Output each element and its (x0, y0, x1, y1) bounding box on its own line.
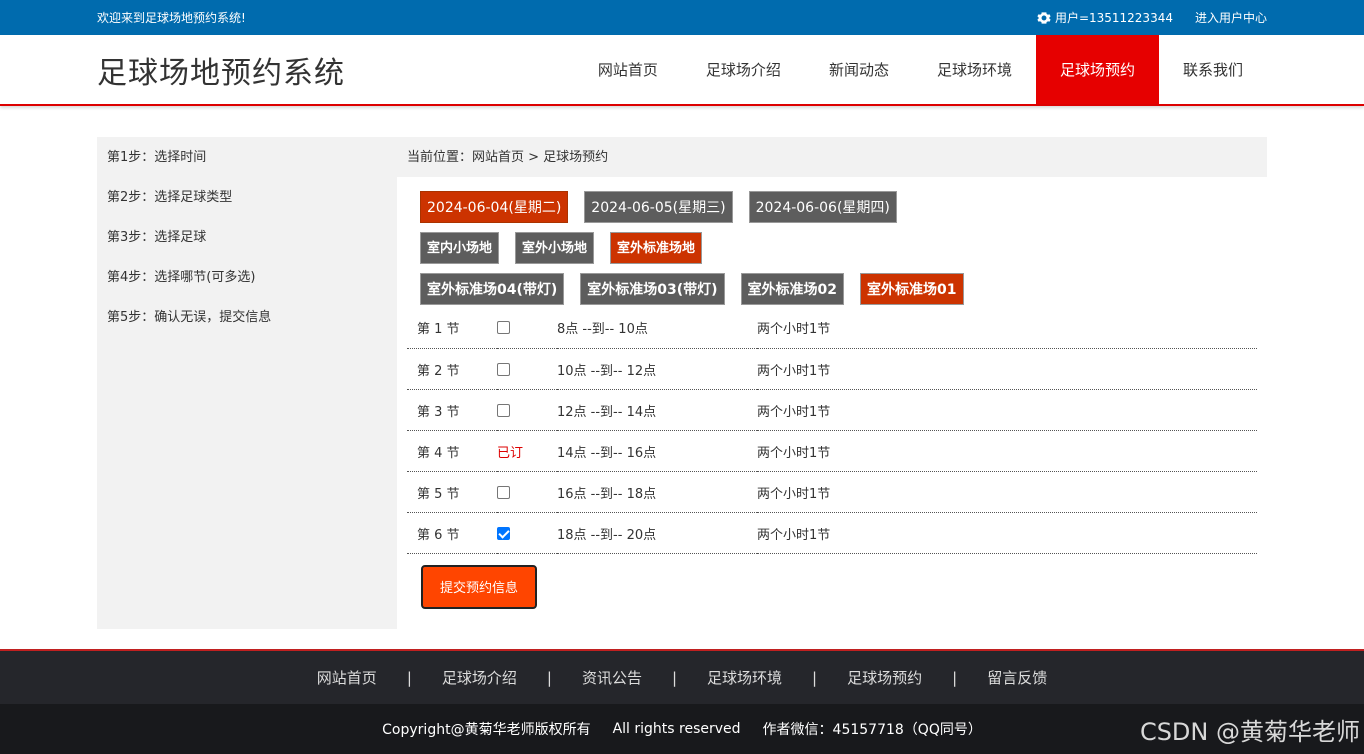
date-button-0604[interactable]: 2024-06-04(星期二) (420, 191, 569, 223)
slot-time: 18点 --到-- 20点 (557, 512, 757, 554)
site-logo[interactable]: 足球场地预约系统 (97, 48, 345, 92)
welcome-text: 欢迎来到足球场地预约系统! (97, 11, 246, 25)
booking-content: 当前位置：网站首页 > 足球场预约 2024-06-04(星期二) 2024-0… (397, 137, 1267, 629)
slot-duration: 两个小时1节 (757, 389, 1257, 431)
slot-time: 14点 --到-- 16点 (557, 430, 757, 472)
type-selector: 室内小场地 室外小场地 室外标准场地 (397, 232, 1267, 264)
slot-time: 8点 --到-- 10点 (557, 307, 757, 349)
slot-period: 第 5 节 (407, 471, 497, 513)
gear-icon (1037, 11, 1051, 24)
slot-time: 12点 --到-- 14点 (557, 389, 757, 431)
footer-separator: | (406, 668, 412, 687)
step-2: 第2步：选择足球类型 (107, 190, 233, 205)
footer-separator: | (952, 668, 958, 687)
date-selector: 2024-06-04(星期二) 2024-06-05(星期三) 2024-06-… (397, 191, 1267, 223)
type-button-outdoor-standard[interactable]: 室外标准场地 (610, 232, 703, 264)
field-selector: 室外标准场04(带灯) 室外标准场03(带灯) 室外标准场02 室外标准场01 (397, 273, 1267, 305)
table-row: 第 5 节 16点 --到-- 18点 两个小时1节 (407, 471, 1257, 513)
user-center-link[interactable]: 进入用户中心 (1195, 9, 1267, 26)
table-row: 第 3 节 12点 --到-- 14点 两个小时1节 (407, 389, 1257, 431)
copyright-text: Copyright@黄菊华老师版权所有 (382, 722, 591, 738)
table-row: 第 2 节 10点 --到-- 12点 两个小时1节 (407, 348, 1257, 390)
slot-period: 第 3 节 (407, 389, 497, 431)
rights-text: All rights reserved (612, 721, 741, 737)
footer-link-feedback[interactable]: 留言反馈 (987, 667, 1047, 688)
step-1: 第1步：选择时间 (107, 150, 207, 165)
nav-news[interactable]: 新闻动态 (805, 35, 913, 104)
footer-link-environment[interactable]: 足球场环境 (707, 667, 782, 688)
nav-intro[interactable]: 足球场介绍 (682, 35, 805, 104)
field-button-03[interactable]: 室外标准场03(带灯) (580, 273, 725, 305)
table-row: 第 1 节 8点 --到-- 10点 两个小时1节 (407, 307, 1257, 349)
step-3: 第3步：选择足球 (107, 230, 207, 245)
header: 足球场地预约系统 网站首页 足球场介绍 新闻动态 足球场环境 足球场预约 联系我… (0, 35, 1364, 106)
nav-environment[interactable]: 足球场环境 (913, 35, 1036, 104)
slot-table: 第 1 节 8点 --到-- 10点 两个小时1节 第 2 节 10点 --到-… (407, 307, 1257, 554)
step-5: 第5步：确认无误，提交信息 (107, 310, 272, 325)
nav-home[interactable]: 网站首页 (574, 35, 682, 104)
footer-link-home[interactable]: 网站首页 (317, 667, 377, 688)
user-label: 用户=13511223344 (1054, 11, 1173, 25)
contact-text: 作者微信：45157718（QQ同号） (762, 722, 982, 738)
steps-sidebar: 第1步：选择时间 第2步：选择足球类型 第3步：选择足球 第4步：选择哪节(可多… (97, 137, 397, 629)
footer-link-booking[interactable]: 足球场预约 (847, 667, 922, 688)
user-info: 用户=13511223344 (1037, 9, 1173, 26)
field-button-04[interactable]: 室外标准场04(带灯) (420, 273, 565, 305)
slot-checkbox[interactable] (497, 403, 510, 417)
breadcrumb: 当前位置：网站首页 > 足球场预约 (397, 137, 1267, 177)
booked-label: 已订 (497, 445, 524, 461)
slot-period: 第 1 节 (407, 307, 497, 349)
date-button-0605[interactable]: 2024-06-05(星期三) (584, 191, 733, 223)
slot-period: 第 4 节 (407, 430, 497, 472)
slot-period: 第 6 节 (407, 512, 497, 554)
slot-duration: 两个小时1节 (757, 348, 1257, 390)
slot-checkbox-checked[interactable] (497, 526, 510, 540)
watermark: CSDN @黄菊华老师 (1139, 718, 1360, 746)
field-button-02[interactable]: 室外标准场02 (740, 273, 845, 305)
slot-period: 第 2 节 (407, 348, 497, 390)
nav-contact[interactable]: 联系我们 (1159, 35, 1267, 104)
footer-separator: | (671, 668, 678, 687)
slot-time: 16点 --到-- 18点 (557, 471, 757, 513)
type-button-indoor-small[interactable]: 室内小场地 (420, 232, 500, 264)
main-area: 第1步：选择时间 第2步：选择足球类型 第3步：选择足球 第4步：选择哪节(可多… (97, 137, 1267, 629)
slot-checkbox[interactable] (497, 321, 510, 335)
nav-booking[interactable]: 足球场预约 (1035, 35, 1159, 104)
submit-booking-button[interactable]: 提交预约信息 (421, 564, 537, 609)
slot-duration: 两个小时1节 (757, 512, 1257, 554)
footer-separator: | (812, 668, 818, 687)
top-bar: 欢迎来到足球场地预约系统! 用户=13511223344 进入用户中心 (0, 0, 1364, 35)
table-row: 第 4 节 已订 14点 --到-- 16点 两个小时1节 (407, 430, 1257, 472)
slot-duration: 两个小时1节 (757, 307, 1257, 349)
footer-nav: 网站首页 | 足球场介绍 | 资讯公告 | 足球场环境 | 足球场预约 | 留言… (0, 649, 1364, 704)
slot-checkbox[interactable] (497, 485, 510, 499)
date-button-0606[interactable]: 2024-06-06(星期四) (748, 191, 897, 223)
slot-duration: 两个小时1节 (757, 471, 1257, 513)
footer-link-intro[interactable]: 足球场介绍 (442, 667, 517, 688)
slot-checkbox[interactable] (497, 362, 510, 376)
field-button-01[interactable]: 室外标准场01 (860, 273, 964, 305)
slot-duration: 两个小时1节 (757, 430, 1257, 472)
step-4: 第4步：选择哪节(可多选) (107, 270, 256, 285)
footer-link-news[interactable]: 资讯公告 (582, 667, 642, 688)
table-row: 第 6 节 18点 --到-- 20点 两个小时1节 (407, 512, 1257, 554)
type-button-outdoor-small[interactable]: 室外小场地 (515, 232, 595, 264)
footer-separator: | (546, 668, 552, 687)
slot-time: 10点 --到-- 12点 (557, 348, 757, 390)
main-nav: 网站首页 足球场介绍 新闻动态 足球场环境 足球场预约 联系我们 (574, 35, 1267, 104)
